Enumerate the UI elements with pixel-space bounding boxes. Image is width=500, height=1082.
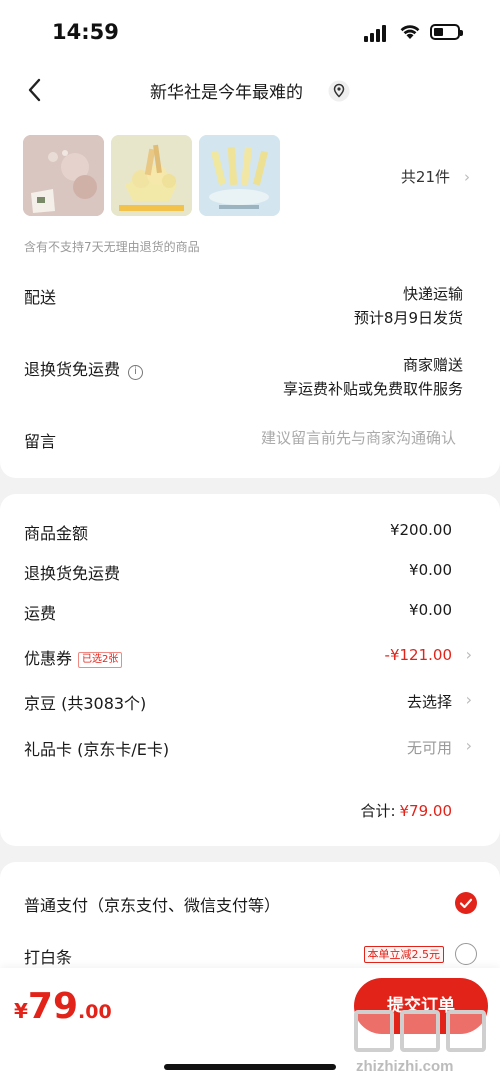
jingdou-label: 京豆 (共3083个): [24, 694, 147, 713]
product-thumbnail[interactable]: [111, 135, 192, 216]
address-title[interactable]: 新华社是今年最难的: [150, 78, 303, 103]
product-thumbnail[interactable]: [23, 135, 104, 216]
price-currency: ¥: [14, 999, 28, 1023]
delivery-eta: 预计8月9日发货: [353, 309, 463, 327]
free-return-label: 退换货免运费: [24, 360, 121, 379]
selected-check-icon[interactable]: [455, 892, 477, 914]
battery-icon: [430, 24, 463, 40]
location-pin-icon[interactable]: [327, 79, 351, 103]
product-image-icon: [199, 135, 280, 216]
normal-pay-label[interactable]: 普通支付（京东支付、微信支付等）: [24, 892, 280, 916]
total-row: 合计: ¥79.00: [360, 800, 452, 821]
product-thumbnail[interactable]: [199, 135, 280, 216]
goods-amount-label: 商品金额: [24, 524, 89, 543]
return-policy-note: 含有不支持7天无理由退货的商品: [24, 240, 200, 254]
chevron-right-icon: ›: [465, 736, 472, 755]
shipping-value: ¥0.00: [409, 601, 452, 619]
fee-row-goods: 商品金额 ¥200.00: [0, 516, 500, 546]
free-return-desc: 享运费补贴或免费取件服务: [282, 380, 463, 398]
baitiao-promo-badge: 本单立减2.5元: [363, 946, 444, 963]
jingdou-row[interactable]: 京豆 (共3083个) 去选择 ›: [0, 686, 500, 716]
coupon-row[interactable]: 优惠券 已选2张 -¥121.00 ›: [0, 641, 500, 671]
product-image-icon: [23, 135, 104, 216]
giftcard-value: 无可用: [406, 739, 452, 757]
goods-amount-value: ¥200.00: [389, 521, 452, 539]
price-integer: 79: [27, 986, 79, 1027]
item-count-link[interactable]: 共21件 ›: [401, 166, 470, 187]
delivery-label: 配送: [24, 288, 57, 307]
chevron-right-icon: ›: [465, 645, 472, 664]
chevron-right-icon: ›: [465, 690, 472, 709]
fee-summary-card: 商品金额 ¥200.00 退换货免运费 ¥0.00 运费 ¥0.00 优惠券 已选…: [0, 494, 500, 846]
unselected-radio-icon[interactable]: [455, 943, 477, 965]
total-value: ¥79.00: [399, 802, 453, 820]
info-icon[interactable]: i: [128, 365, 144, 380]
delivery-info[interactable]: 快递运输 预计8月9日发货: [354, 282, 463, 330]
shipping-label: 运费: [24, 604, 57, 623]
product-image-icon: [111, 135, 192, 216]
giftcard-label: 礼品卡 (京东卡/E卡): [24, 740, 170, 759]
delivery-method: 快递运输: [402, 285, 463, 303]
checkout-bar: ¥79.00 提交订单 zhizhizhi.com: [0, 968, 500, 1082]
fee-row-return: 退换货免运费 ¥0.00: [0, 556, 500, 586]
free-return-row: 退换货免运费 i: [24, 356, 144, 380]
free-return-info: 商家赠送 享运费补贴或免费取件服务: [283, 353, 463, 401]
giftcard-row[interactable]: 礼品卡 (京东卡/E卡) 无可用 ›: [0, 732, 500, 762]
chevron-right-icon: ›: [464, 168, 470, 186]
fee-row-shipping: 运费 ¥0.00: [0, 596, 500, 626]
free-return-value: 商家赠送: [402, 356, 463, 374]
cellular-signal-icon: [364, 25, 390, 42]
baitiao-label[interactable]: 打白条: [24, 944, 72, 968]
return-fee-value: ¥0.00: [409, 561, 452, 579]
pay-price: ¥79.00: [14, 986, 112, 1027]
total-label: 合计:: [360, 802, 396, 820]
watermark-text: zhizhizhi.com: [356, 1058, 454, 1075]
price-decimal: .00: [78, 1001, 112, 1023]
order-info-card: 共21件 › 含有不支持7天无理由退货的商品 配送 快递运输 预计8月9日发货 退…: [0, 116, 500, 478]
status-time: 14:59: [52, 20, 119, 44]
coupon-selected-badge: 已选2张: [78, 652, 123, 668]
wifi-icon: [400, 25, 420, 39]
coupon-label-group: 优惠券 已选2张: [24, 645, 123, 669]
home-indicator[interactable]: [164, 1064, 336, 1070]
jingdou-value: 去选择: [406, 693, 452, 711]
message-input[interactable]: 建议留言前先与商家沟通确认: [261, 426, 456, 450]
message-label: 留言: [24, 432, 57, 451]
item-count: 共21件: [400, 168, 450, 186]
coupon-label: 优惠券: [24, 649, 73, 668]
return-fee-label: 退换货免运费: [24, 564, 121, 583]
watermark: zhizhizhi.com: [350, 1010, 488, 1080]
coupon-value: -¥121.00: [384, 646, 452, 664]
nav-bar: 新华社是今年最难的: [0, 66, 500, 116]
status-bar: 14:59: [0, 0, 500, 66]
back-arrow-icon[interactable]: [24, 74, 48, 106]
